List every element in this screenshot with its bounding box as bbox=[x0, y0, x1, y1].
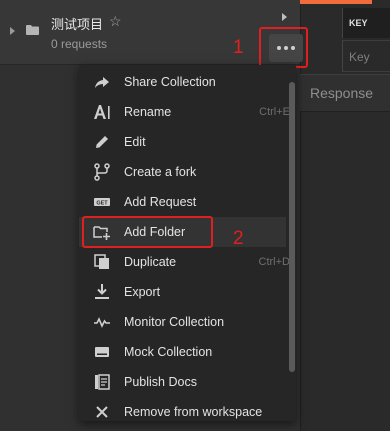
svg-text:GET: GET bbox=[96, 200, 108, 206]
menu-item-label: Add Request bbox=[124, 195, 197, 209]
menu-item-edit[interactable]: Edit bbox=[79, 127, 286, 157]
menu-item-label: Share Collection bbox=[124, 75, 216, 89]
close-icon bbox=[96, 406, 108, 418]
menu-item-share-collection[interactable]: Share Collection bbox=[79, 67, 286, 97]
menu-item-label: Remove from workspace bbox=[124, 405, 263, 419]
collection-name: 测试项目 bbox=[51, 17, 104, 32]
pulse-icon bbox=[94, 317, 110, 328]
menu-item-label: Publish Docs bbox=[124, 375, 197, 389]
star-icon[interactable]: ☆ bbox=[109, 13, 122, 30]
share-arrow-icon bbox=[95, 77, 109, 88]
menu-item-publish-docs[interactable]: Publish Docs bbox=[79, 367, 286, 397]
menu-item-export[interactable]: Export bbox=[79, 277, 286, 307]
fork-icon bbox=[94, 163, 110, 181]
menu-item-mock-collection[interactable]: Mock Collection bbox=[79, 337, 286, 367]
menu-item-create-fork[interactable]: Create a fork bbox=[79, 157, 286, 187]
menu-item-label: Mock Collection bbox=[124, 345, 213, 359]
menu-scrollbar[interactable] bbox=[289, 82, 295, 372]
menu-item-add-request[interactable]: GET Add Request bbox=[79, 187, 286, 217]
callout-box-add-folder bbox=[82, 216, 213, 248]
response-bar: Response bbox=[300, 74, 390, 112]
menu-item-duplicate[interactable]: Duplicate Ctrl+D bbox=[79, 247, 290, 277]
active-tab-indicator bbox=[300, 0, 372, 4]
menu-item-label: Edit bbox=[124, 135, 146, 149]
params-key-header: KEY bbox=[342, 8, 390, 38]
menu-item-label: Duplicate bbox=[124, 255, 177, 269]
download-icon bbox=[95, 284, 109, 299]
param-key-input[interactable]: Key bbox=[342, 40, 390, 72]
menu-item-remove-from-workspace[interactable]: Remove from workspace bbox=[79, 397, 286, 421]
callout-number-2: 2 bbox=[233, 228, 244, 249]
duplicate-icon bbox=[94, 254, 109, 269]
collection-arrow-icon[interactable] bbox=[282, 13, 287, 21]
menu-item-monitor-collection[interactable]: Monitor Collection bbox=[79, 307, 286, 337]
collection-row[interactable]: 测试项目 ☆ 0 requests bbox=[0, 0, 300, 65]
callout-box-more bbox=[259, 27, 308, 68]
rename-text-icon bbox=[94, 105, 110, 119]
server-icon bbox=[95, 347, 109, 357]
menu-item-shortcut: Ctrl+E bbox=[259, 106, 290, 118]
pencil-icon bbox=[96, 136, 108, 148]
expand-caret-icon[interactable] bbox=[10, 27, 15, 35]
docs-icon bbox=[95, 374, 110, 390]
menu-item-label: Monitor Collection bbox=[124, 315, 225, 329]
menu-item-label: Rename bbox=[124, 105, 172, 119]
response-label: Response bbox=[310, 85, 374, 101]
menu-item-shortcut: Ctrl+D bbox=[258, 256, 290, 268]
menu-item-label: Export bbox=[124, 285, 161, 299]
menu-item-rename[interactable]: Rename Ctrl+E bbox=[79, 97, 290, 127]
get-request-icon: GET bbox=[94, 198, 110, 206]
callout-number-1: 1 bbox=[233, 37, 244, 58]
menu-item-label: Create a fork bbox=[124, 165, 197, 179]
collection-request-count: 0 requests bbox=[51, 37, 108, 51]
folder-icon bbox=[26, 25, 39, 35]
